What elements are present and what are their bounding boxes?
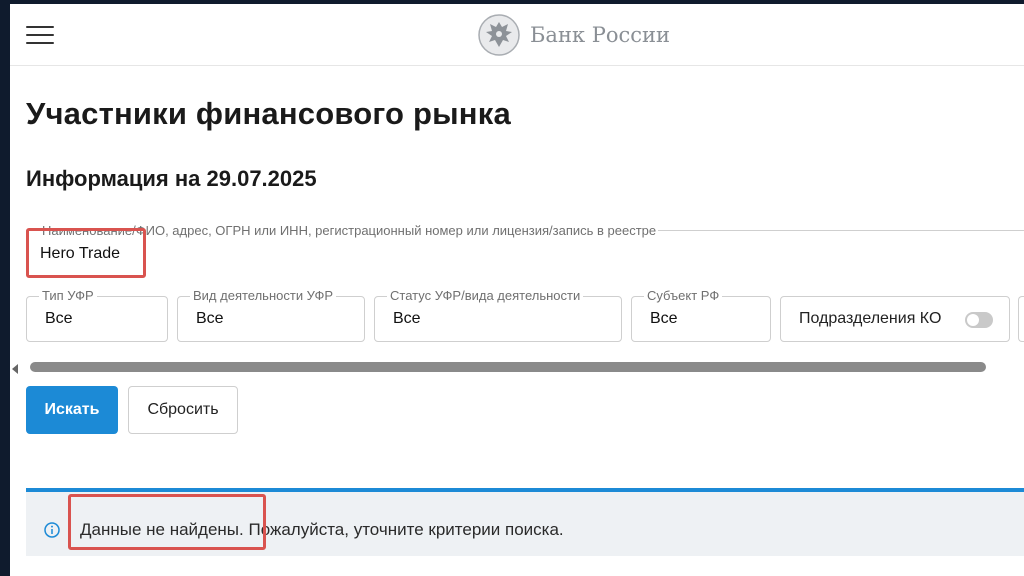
- eagle-emblem-icon: [478, 14, 520, 56]
- filter-region-select[interactable]: Субъект РФ Все: [631, 288, 771, 342]
- ko-divisions-toggle-box[interactable]: Подразделения КО: [780, 296, 1010, 342]
- filter-label: Тип УФР: [39, 288, 97, 303]
- hamburger-menu-icon[interactable]: [26, 26, 54, 46]
- filter-value: Все: [393, 310, 421, 327]
- info-date: Информация на 29.07.2025: [26, 166, 317, 191]
- page: Банк России Участники финансового рынка …: [10, 4, 1024, 576]
- brand-logo[interactable]: Банк России: [478, 14, 670, 56]
- reset-button[interactable]: Сбросить: [128, 386, 238, 434]
- info-icon: [44, 522, 60, 538]
- filter-value: Все: [45, 310, 73, 327]
- brand-name: Банк России: [530, 23, 671, 47]
- filter-type-select[interactable]: Тип УФР Все: [26, 288, 168, 342]
- toggle-switch[interactable]: [965, 312, 993, 328]
- horizontal-scrollbar[interactable]: [30, 362, 986, 372]
- filter-label: Субъект РФ: [644, 288, 723, 303]
- filter-value: Все: [650, 310, 678, 327]
- filters-row: Тип УФР Все Вид деятельности УФР Все Ста…: [26, 288, 1024, 344]
- filter-label: Статус УФР/вида деятельности: [387, 288, 584, 303]
- page-title: Участники финансового рынка: [26, 96, 511, 131]
- highlight-search-value: [26, 228, 146, 278]
- top-bar: Банк России: [10, 4, 1024, 66]
- filter-status-select[interactable]: Статус УФР/вида деятельности Все: [374, 288, 622, 342]
- toggle-knob: [967, 314, 979, 326]
- scroll-left-arrow-icon[interactable]: [12, 364, 18, 374]
- next-filter-edge[interactable]: [1018, 296, 1024, 342]
- filter-label: Вид деятельности УФР: [190, 288, 337, 303]
- search-button[interactable]: Искать: [26, 386, 118, 434]
- filter-value: Все: [196, 310, 224, 327]
- filter-activity-select[interactable]: Вид деятельности УФР Все: [177, 288, 365, 342]
- search-field[interactable]: Наименование/ФИО, адрес, ОГРН или ИНН, р…: [26, 223, 1024, 282]
- highlight-no-data: [68, 494, 266, 550]
- toggle-label: Подразделения КО: [799, 310, 942, 327]
